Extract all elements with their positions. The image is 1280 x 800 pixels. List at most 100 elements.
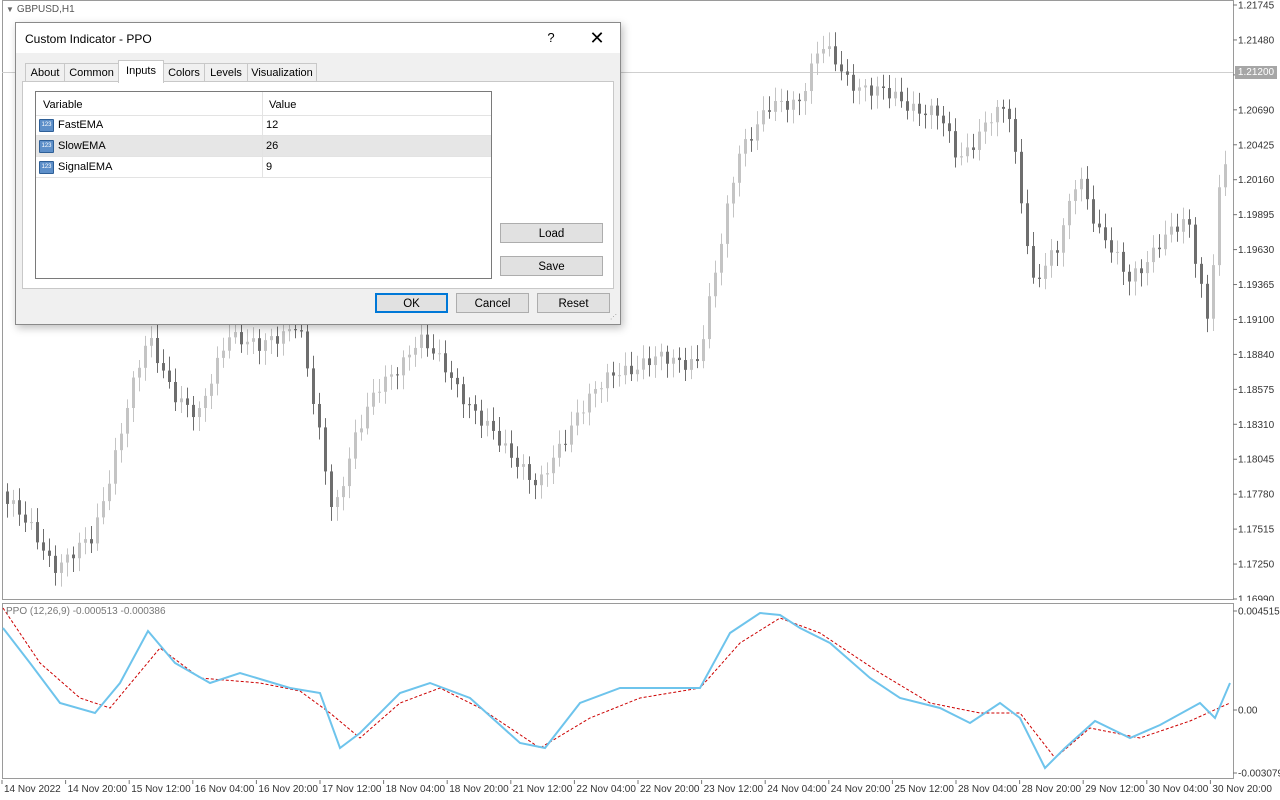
dialog-titlebar[interactable]: Custom Indicator - PPO ? ✕: [16, 23, 620, 53]
time-label: 17 Nov 12:00: [322, 784, 382, 795]
candle-body: [984, 122, 987, 132]
candle-body: [894, 91, 897, 99]
candle-body: [516, 457, 519, 467]
candle-body: [1188, 219, 1191, 225]
candle-body: [1152, 247, 1155, 263]
candle-body: [702, 339, 705, 362]
candle-body: [288, 329, 291, 332]
candle-body: [390, 374, 393, 377]
candle-body: [1206, 283, 1209, 319]
time-label: 15 Nov 12:00: [131, 784, 191, 795]
candle-body: [750, 139, 753, 141]
dialog-title: Custom Indicator - PPO: [25, 32, 152, 46]
candle-body: [654, 356, 657, 366]
candle-body: [648, 358, 651, 366]
resize-grip-icon[interactable]: ⋰: [610, 314, 618, 322]
candle-body: [1212, 265, 1215, 319]
tab-inputs[interactable]: Inputs: [118, 60, 164, 83]
candle-body: [318, 403, 321, 428]
help-button[interactable]: ?: [536, 25, 566, 51]
candle-body: [840, 64, 843, 72]
column-header-value[interactable]: Value: [269, 99, 296, 111]
tab-common[interactable]: Common: [64, 63, 119, 82]
price-label: 1.19100: [1238, 315, 1275, 326]
table-row-slowema[interactable]: 123 SlowEMA 26: [36, 136, 491, 157]
candle-body: [84, 539, 87, 543]
candle-body: [354, 432, 357, 459]
candle-body: [744, 139, 747, 154]
param-name: SlowEMA: [58, 140, 106, 152]
time-label: 16 Nov 04:00: [195, 784, 255, 795]
save-button[interactable]: Save: [500, 256, 603, 276]
candle-body: [588, 393, 591, 413]
column-divider[interactable]: [262, 92, 263, 115]
candle-body: [978, 131, 981, 150]
candle-body: [90, 539, 93, 544]
tab-colors[interactable]: Colors: [163, 63, 205, 82]
reset-button[interactable]: Reset: [537, 293, 610, 313]
candle-body: [216, 357, 219, 384]
candle-body: [222, 350, 225, 358]
tab-levels[interactable]: Levels: [204, 63, 248, 82]
time-label: 24 Nov 04:00: [767, 784, 827, 795]
candle-body: [192, 404, 195, 418]
param-value[interactable]: 26: [266, 140, 278, 152]
candle-body: [756, 124, 759, 141]
time-label: 18 Nov 04:00: [386, 784, 446, 795]
candle-body: [1116, 251, 1119, 253]
time-label: 14 Nov 20:00: [68, 784, 128, 795]
candle-body: [486, 420, 489, 426]
candle-body: [174, 381, 177, 403]
dropdown-triangle-icon: ▼: [6, 5, 14, 14]
param-value[interactable]: 9: [266, 161, 272, 173]
candle-body: [264, 340, 267, 351]
tab-visualization[interactable]: Visualization: [247, 63, 317, 82]
time-label: 28 Nov 04:00: [958, 784, 1018, 795]
candle-body: [444, 353, 447, 373]
candle-body: [726, 203, 729, 244]
close-icon[interactable]: ✕: [580, 25, 614, 51]
candle-body: [900, 91, 903, 102]
candle-body: [1218, 187, 1221, 266]
candle-body: [828, 46, 831, 50]
table-row-signalema[interactable]: 123 SignalEMA 9: [36, 157, 491, 178]
price-label: 1.18575: [1238, 385, 1275, 396]
candle-body: [606, 372, 609, 389]
param-value[interactable]: 12: [266, 119, 278, 131]
candle-body: [582, 412, 585, 414]
column-divider: [262, 136, 263, 156]
candle-body: [942, 115, 945, 124]
candle-body: [474, 404, 477, 411]
tab-about[interactable]: About: [25, 63, 65, 82]
candle-body: [558, 443, 561, 458]
candle-body: [936, 105, 939, 116]
candle-body: [48, 550, 51, 556]
candle-body: [600, 388, 603, 390]
column-header-variable[interactable]: Variable: [43, 99, 83, 111]
candle-body: [1164, 234, 1167, 250]
candle-body: [1158, 247, 1161, 250]
cancel-button[interactable]: Cancel: [456, 293, 529, 313]
candle-body: [204, 395, 207, 409]
table-row-fastema[interactable]: 123 FastEMA 12: [36, 115, 491, 136]
candle-body: [774, 101, 777, 112]
load-button[interactable]: Load: [500, 223, 603, 243]
ppo-indicator-panel[interactable]: 0.004515 0.00 -0.003079: [0, 603, 1280, 780]
candle-body: [684, 360, 687, 370]
candle-body: [696, 359, 699, 362]
candle-body: [372, 392, 375, 407]
candle-body: [732, 182, 735, 204]
price-label: 1.17515: [1238, 525, 1275, 536]
candle-body: [102, 501, 105, 518]
symbol-label: ▼ GBPUSD,H1: [6, 4, 75, 15]
candle-body: [258, 338, 261, 351]
candle-body: [810, 63, 813, 92]
inputs-table[interactable]: Variable Value 123 FastEMA 12 123 SlowEM…: [35, 91, 492, 279]
time-label: 18 Nov 20:00: [449, 784, 509, 795]
candle-body: [420, 334, 423, 348]
candle-body: [228, 337, 231, 351]
ok-button[interactable]: OK: [375, 293, 448, 313]
candle-body: [678, 357, 681, 361]
time-label: 24 Nov 20:00: [831, 784, 891, 795]
candle-body: [414, 347, 417, 355]
